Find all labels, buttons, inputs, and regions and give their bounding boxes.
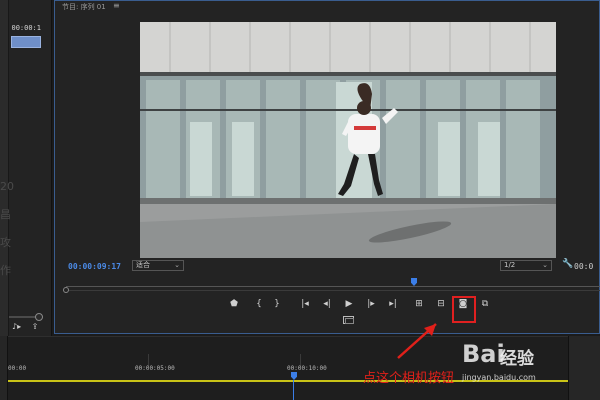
- wrench-icon[interactable]: 🔧: [562, 259, 573, 269]
- lift-button[interactable]: ⊞: [412, 297, 426, 311]
- watermark-url: jingyan.baidu.com: [462, 373, 536, 382]
- chevron-down-icon: ⌄: [542, 261, 548, 269]
- add-marker-button[interactable]: ⬟: [228, 297, 240, 311]
- go-to-in-button[interactable]: |◂: [298, 297, 312, 311]
- mark-in-button[interactable]: {: [254, 297, 264, 311]
- monitor-time-ruler[interactable]: [66, 277, 600, 287]
- watermark-text: 经验: [500, 349, 534, 369]
- extract-button[interactable]: ⊟: [434, 297, 448, 311]
- duration-timecode: 00:0: [574, 262, 594, 271]
- video-image: [140, 22, 556, 258]
- premiere-workspace: 00:00:1 20 昌 攻 作 ♪▸ ⇪ 节目: 序列 01 ≡ 00:00:…: [0, 0, 600, 400]
- audio-meter-panel: [568, 336, 600, 400]
- camera-button-highlight: [452, 296, 476, 323]
- menu-icon[interactable]: ≡: [113, 1, 120, 10]
- baidu-logo: Bai: [462, 340, 505, 368]
- step-back-button[interactable]: ◂|: [320, 297, 334, 311]
- ghost-text: 作: [0, 264, 11, 277]
- export-icon[interactable]: ⇪: [32, 322, 39, 331]
- ghost-text: 20: [0, 180, 14, 193]
- video-frame: [140, 22, 556, 258]
- scrub-bar[interactable]: [69, 290, 600, 291]
- baidu-paw-logo: Bai: [462, 340, 505, 368]
- comparison-view-button[interactable]: ⧉: [478, 297, 492, 311]
- ruler-label: 00:00:10:00: [287, 365, 327, 372]
- zoom-slider-knob[interactable]: [35, 313, 43, 321]
- timeline-left-edge: [0, 336, 8, 400]
- ghost-text: 昌: [0, 208, 11, 221]
- annotation-text: 点这个相机按钮: [363, 371, 455, 386]
- play-button[interactable]: ▶: [342, 297, 356, 311]
- mark-out-button[interactable]: }: [272, 297, 282, 311]
- ruler-label: 00:00: [8, 365, 27, 372]
- safe-margins-icon[interactable]: [343, 316, 354, 324]
- step-forward-button[interactable]: |▸: [364, 297, 378, 311]
- monitor-title[interactable]: 节目: 序列 01: [62, 2, 106, 12]
- current-timecode[interactable]: 00:00:09:17: [68, 262, 121, 271]
- fit-label: 适合: [136, 261, 150, 269]
- resolution-label: 1/2: [504, 261, 516, 269]
- timeline-playhead-line: [293, 380, 294, 400]
- chevron-down-icon: ⌄: [174, 261, 180, 269]
- clip-thumbnail[interactable]: [11, 36, 41, 48]
- go-to-out-button[interactable]: ▸|: [386, 297, 400, 311]
- clip-timecode: 00:00:1: [11, 24, 41, 32]
- ruler-label: 00:00:05:00: [135, 365, 175, 372]
- ghost-text: 攻: [0, 236, 11, 249]
- panel-edge: [0, 0, 9, 336]
- project-bottom-icons: ♪▸ ⇪: [12, 322, 46, 331]
- music-icon[interactable]: ♪▸: [12, 322, 21, 331]
- fit-dropdown[interactable]: 适合 ⌄: [132, 260, 184, 271]
- annotation-arrow: [397, 323, 437, 359]
- resolution-dropdown[interactable]: 1/2 ⌄: [500, 260, 552, 271]
